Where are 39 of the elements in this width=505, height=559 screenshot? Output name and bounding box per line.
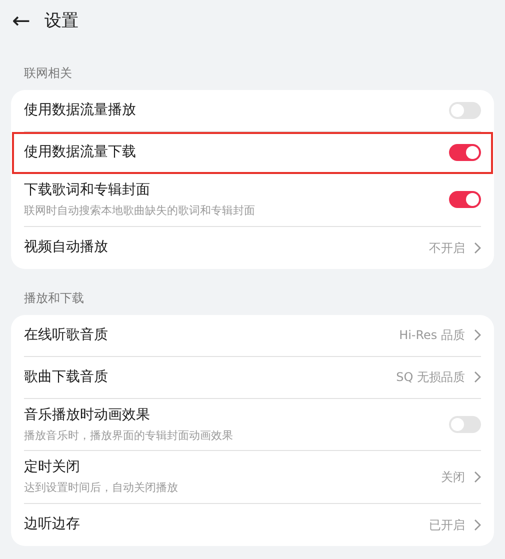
setting-description: 达到设置时间后，自动关闭播放 — [24, 480, 179, 496]
page-title: 设置 — [44, 10, 78, 34]
setting-label: 使用数据流量下载 — [24, 143, 137, 162]
setting-row[interactable]: 下载歌词和专辑封面 联网时自动搜索本地歌曲缺失的歌词和专辑封面 — [24, 174, 481, 226]
chevron-right-icon — [473, 518, 481, 530]
setting-row[interactable]: 音乐播放时动画效果 播放音乐时，播放界面的专辑封面动画效果 — [24, 398, 481, 451]
setting-label: 使用数据流量播放 — [24, 101, 137, 120]
setting-row[interactable]: 在线听歌音质 Hi-Res 品质 — [24, 314, 481, 356]
setting-value: 已开启 — [429, 516, 465, 534]
setting-label: 定时关闭 — [24, 458, 81, 477]
section-title: 联网相关 — [23, 65, 73, 82]
back-button[interactable]: ← — [12, 11, 30, 33]
setting-row[interactable]: 视频自动播放 不开启 — [24, 226, 481, 268]
setting-value: 不开启 — [429, 240, 465, 256]
chevron-right-icon — [473, 329, 481, 341]
setting-label: 音乐播放时动画效果 — [24, 406, 151, 424]
setting-value: 关闭 — [441, 468, 465, 486]
setting-row[interactable]: 边听边存 已开启 — [24, 504, 481, 546]
highlighted-setting-row[interactable]: 使用数据流量下载 — [12, 132, 493, 174]
setting-value: SQ 无损品质 — [396, 369, 465, 386]
chevron-right-icon — [473, 242, 481, 254]
chevron-right-icon — [473, 371, 481, 383]
chevron-right-icon — [473, 470, 481, 483]
setting-description: 播放音乐时，播放界面的专辑封面动画效果 — [24, 428, 234, 444]
setting-value: Hi-Res 品质 — [399, 327, 465, 344]
setting-row[interactable]: 使用数据流量播放 — [24, 90, 481, 132]
setting-label: 边听边存 — [24, 515, 81, 534]
setting-description: 联网时自动搜索本地歌曲缺失的歌词和专辑封面 — [24, 203, 256, 219]
setting-label: 在线听歌音质 — [24, 326, 109, 344]
toggle-switch[interactable] — [449, 102, 481, 119]
toggle-switch[interactable] — [449, 144, 481, 161]
setting-row[interactable]: 歌曲下载音质 SQ 无损品质 — [24, 356, 481, 398]
setting-label: 视频自动播放 — [24, 238, 109, 257]
section-title: 播放和下载 — [23, 290, 85, 306]
toggle-switch[interactable] — [449, 191, 481, 208]
toggle-switch[interactable] — [449, 416, 481, 433]
setting-row[interactable]: 定时关闭 达到设置时间后，自动关闭播放 关闭 — [24, 451, 481, 504]
setting-label: 下载歌词和专辑封面 — [24, 181, 151, 200]
setting-label: 歌曲下载音质 — [24, 368, 109, 386]
